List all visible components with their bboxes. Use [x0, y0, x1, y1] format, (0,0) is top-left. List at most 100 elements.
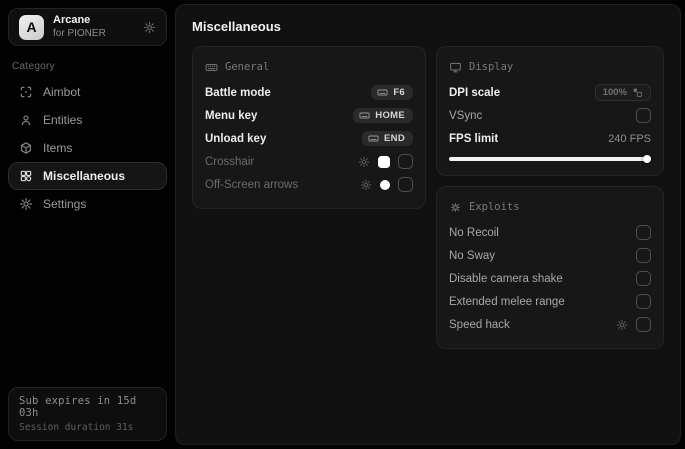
session-duration-text: Session duration 31s — [19, 422, 134, 433]
crosshair-controls — [358, 154, 413, 169]
right-column: Display DPI scale 100% VSync FPS limit 2… — [436, 46, 664, 349]
no-sway-row: No Sway — [449, 244, 651, 267]
disable-camera-shake-label: Disable camera shake — [449, 272, 563, 285]
app-name: Arcane — [53, 13, 91, 26]
dpi-scale-value[interactable]: 100% — [594, 84, 651, 101]
subscription-status-card: Sub expires in 15d 03h Session duration … — [8, 387, 167, 441]
keybind-value: END — [384, 133, 405, 144]
virus-icon — [449, 201, 462, 214]
sidebar-item-label: Aimbot — [43, 85, 81, 99]
crosshair-scan-icon — [19, 85, 33, 99]
slider-fill — [449, 157, 651, 161]
keyboard-icon — [359, 110, 370, 121]
offscreen-arrows-label: Off-Screen arrows — [205, 178, 299, 191]
main-panel: Miscellaneous General Battle mode F6 Men… — [175, 4, 681, 445]
display-card-header: Display — [449, 57, 651, 77]
no-recoil-row: No Recoil — [449, 221, 651, 244]
general-card: General Battle mode F6 Menu key HOME Unl… — [192, 46, 426, 209]
app-subtitle: for PIONER — [53, 27, 106, 39]
unload-key-keybind[interactable]: END — [362, 131, 413, 146]
slider-knob[interactable] — [643, 155, 651, 163]
display-card: Display DPI scale 100% VSync FPS limit 2… — [436, 46, 664, 176]
sidebar-item-entities[interactable]: Entities — [8, 106, 167, 134]
gear-icon[interactable] — [143, 21, 156, 34]
no-recoil-label: No Recoil — [449, 226, 499, 239]
gear-icon[interactable] — [358, 156, 370, 168]
sidebar-item-items[interactable]: Items — [8, 134, 167, 162]
keybind-value: HOME — [375, 110, 405, 121]
monitor-icon — [449, 61, 462, 74]
sidebar-item-label: Entities — [43, 113, 83, 127]
unload-key-label: Unload key — [205, 132, 267, 145]
crosshair-checkbox[interactable] — [398, 154, 413, 169]
sidebar-item-settings[interactable]: Settings — [8, 190, 167, 218]
fps-limit-row: FPS limit 240 FPS — [449, 127, 651, 150]
offscreen-arrows-color-swatch[interactable] — [380, 179, 390, 190]
extended-melee-range-label: Extended melee range — [449, 295, 565, 308]
menu-key-label: Menu key — [205, 109, 258, 122]
extended-melee-range-checkbox[interactable] — [636, 294, 651, 309]
left-column: General Battle mode F6 Menu key HOME Unl… — [192, 46, 426, 209]
disable-camera-shake-row: Disable camera shake — [449, 267, 651, 290]
sidebar: A Arcane for PIONER Category Aimbot Enti… — [0, 0, 175, 449]
scale-icon — [632, 87, 643, 98]
app-titles: Arcane for PIONER — [53, 14, 134, 40]
sub-expires-text: Sub expires in 15d 03h — [19, 395, 137, 419]
dpi-scale-row: DPI scale 100% — [449, 81, 651, 104]
display-card-title: Display — [469, 61, 514, 73]
general-card-title: General — [225, 61, 270, 73]
crosshair-row: Crosshair — [205, 150, 413, 173]
battle-mode-keybind[interactable]: F6 — [371, 85, 413, 100]
speed-hack-controls — [616, 317, 651, 332]
dpi-scale-label: DPI scale — [449, 86, 501, 99]
no-sway-checkbox[interactable] — [636, 248, 651, 263]
no-sway-label: No Sway — [449, 249, 496, 262]
crosshair-label: Crosshair — [205, 155, 255, 168]
keyboard-icon — [205, 61, 218, 74]
vsync-checkbox[interactable] — [636, 108, 651, 123]
menu-key-row: Menu key HOME — [205, 104, 413, 127]
menu-key-keybind[interactable]: HOME — [353, 108, 413, 123]
offscreen-arrows-checkbox[interactable] — [398, 177, 413, 192]
offscreen-arrows-row: Off-Screen arrows — [205, 173, 413, 196]
exploits-card: Exploits No Recoil No Sway Disable camer… — [436, 186, 664, 349]
speed-hack-checkbox[interactable] — [636, 317, 651, 332]
crosshair-color-swatch[interactable] — [378, 155, 390, 168]
exploits-card-title: Exploits — [469, 201, 520, 213]
page-title: Miscellaneous — [192, 19, 281, 34]
app-logo: A — [19, 14, 44, 40]
general-card-header: General — [205, 57, 413, 77]
fps-limit-label: FPS limit — [449, 132, 499, 145]
content-columns: General Battle mode F6 Menu key HOME Unl… — [192, 46, 664, 349]
gear-icon — [19, 197, 33, 211]
battle-mode-row: Battle mode F6 — [205, 81, 413, 104]
gear-icon[interactable] — [360, 179, 372, 191]
unload-key-row: Unload key END — [205, 127, 413, 150]
disable-camera-shake-checkbox[interactable] — [636, 271, 651, 286]
no-recoil-checkbox[interactable] — [636, 225, 651, 240]
grid-icon — [19, 169, 33, 183]
extended-melee-range-row: Extended melee range — [449, 290, 651, 313]
keyboard-icon — [368, 133, 379, 144]
vsync-label: VSync — [449, 109, 483, 122]
sidebar-item-label: Items — [43, 141, 73, 155]
dpi-value-text: 100% — [602, 87, 627, 98]
package-icon — [19, 141, 33, 155]
offscreen-arrows-controls — [360, 177, 413, 192]
exploits-card-header: Exploits — [449, 197, 651, 217]
keyboard-icon — [377, 87, 388, 98]
entities-icon — [19, 113, 33, 127]
keybind-value: F6 — [393, 87, 405, 98]
speed-hack-row: Speed hack — [449, 313, 651, 336]
fps-limit-slider[interactable] — [449, 155, 651, 163]
fps-limit-value: 240 FPS — [608, 132, 651, 145]
sidebar-item-label: Settings — [43, 197, 87, 211]
category-label: Category — [12, 61, 55, 72]
app-logo-card: A Arcane for PIONER — [8, 8, 167, 46]
sidebar-item-aimbot[interactable]: Aimbot — [8, 78, 167, 106]
battle-mode-label: Battle mode — [205, 86, 271, 99]
gear-icon[interactable] — [616, 319, 628, 331]
sidebar-item-miscellaneous[interactable]: Miscellaneous — [8, 162, 167, 190]
sidebar-item-label: Miscellaneous — [43, 169, 126, 183]
